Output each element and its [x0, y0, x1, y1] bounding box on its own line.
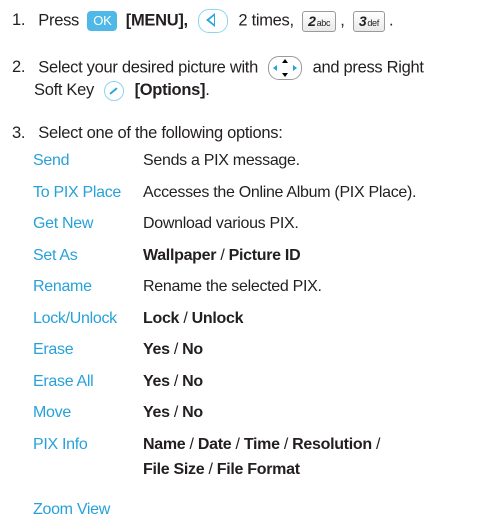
choice: Date	[197, 436, 232, 453]
step-2-line-2: Soft Key [Options].	[34, 80, 210, 101]
step-2: 2. Select your desired picture with and …	[12, 56, 424, 80]
option-name: Get New	[33, 215, 94, 232]
option-name: Erase All	[33, 373, 94, 390]
menu-label: [MENU],	[125, 11, 188, 30]
choice: Yes	[143, 373, 170, 390]
choice: Wallpaper	[143, 247, 217, 264]
option-description: Download various PIX.	[143, 215, 299, 232]
key-letters: def	[367, 17, 379, 28]
comma: ,	[340, 11, 345, 30]
option-name: Rename	[33, 278, 92, 295]
step-1: 1. Press OK [MENU], 2 times, 2abc, 3def.	[12, 9, 394, 33]
key-3-icon: 3def	[352, 10, 385, 32]
separator: /	[375, 436, 381, 453]
choice: Yes	[143, 404, 170, 421]
option-name: Move	[33, 404, 71, 421]
choice: No	[182, 404, 203, 421]
option-name: Zoom View	[33, 501, 111, 518]
step-text: 2 times,	[238, 11, 294, 30]
choice: No	[182, 341, 203, 358]
separator: /	[235, 436, 240, 453]
step-number: 2.	[12, 58, 26, 77]
option-name: Erase	[33, 341, 74, 358]
choice: Time	[243, 436, 280, 453]
option-description: Lock / Unlock	[143, 309, 243, 329]
separator: /	[283, 436, 288, 453]
option-name: Send	[33, 152, 70, 169]
choice: File Format	[216, 461, 300, 478]
ok-key-icon: OK	[87, 11, 118, 31]
step-number: 3.	[12, 124, 26, 142]
option-description: Sends a PIX message.	[143, 152, 300, 169]
choice: Unlock	[191, 310, 244, 327]
option-description: Rename the selected PIX.	[143, 278, 322, 295]
choice: No	[182, 373, 203, 390]
period: .	[205, 81, 210, 99]
period: .	[388, 11, 394, 30]
separator: /	[220, 247, 225, 264]
step-3: 3. Select one of the following options:	[12, 123, 283, 143]
separator: /	[208, 461, 213, 478]
step-text: Select your desired picture with	[38, 58, 258, 77]
option-description: Yes / No	[143, 340, 203, 360]
option-description: Name / Date / Time / Resolution /	[143, 435, 380, 455]
option-description: Yes / No	[143, 403, 203, 423]
option-name: Lock/Unlock	[33, 310, 117, 327]
choice: Resolution	[292, 436, 372, 453]
choice: Name	[143, 436, 186, 453]
step-text: Select one of the following options:	[38, 124, 283, 142]
option-description: Wallpaper / Picture ID	[143, 246, 301, 266]
separator: /	[173, 404, 178, 421]
right-soft-key-icon	[104, 80, 125, 101]
step-text: and press Right	[312, 58, 424, 77]
option-description-line-2: File Size / File Format	[143, 460, 300, 480]
separator: /	[183, 310, 188, 327]
choice: Picture ID	[228, 247, 301, 264]
choice: Lock	[143, 310, 180, 327]
directional-key-icon	[268, 56, 303, 80]
option-name: PIX Info	[33, 436, 88, 453]
choice: File Size	[143, 461, 205, 478]
separator: /	[173, 341, 178, 358]
key-digit: 3	[358, 12, 367, 29]
step-number: 1.	[12, 11, 26, 30]
key-digit: 2	[308, 12, 316, 29]
option-name: To PIX Place	[33, 184, 122, 201]
separator: /	[189, 436, 194, 453]
option-name: Set As	[33, 247, 78, 264]
key-letters: abc	[316, 17, 331, 28]
options-label: [Options]	[134, 81, 206, 99]
left-nav-key-icon	[198, 9, 229, 33]
choice: Yes	[143, 341, 170, 358]
option-description: Accesses the Online Album (PIX Place).	[143, 184, 417, 201]
option-description: Yes / No	[143, 372, 203, 392]
step-text: Soft Key	[34, 81, 94, 99]
step-text: Press	[38, 11, 79, 30]
manual-page: 1. Press OK [MENU], 2 times, 2abc, 3def.…	[0, 0, 482, 530]
separator: /	[173, 373, 178, 390]
key-2-icon: 2abc	[302, 10, 337, 32]
